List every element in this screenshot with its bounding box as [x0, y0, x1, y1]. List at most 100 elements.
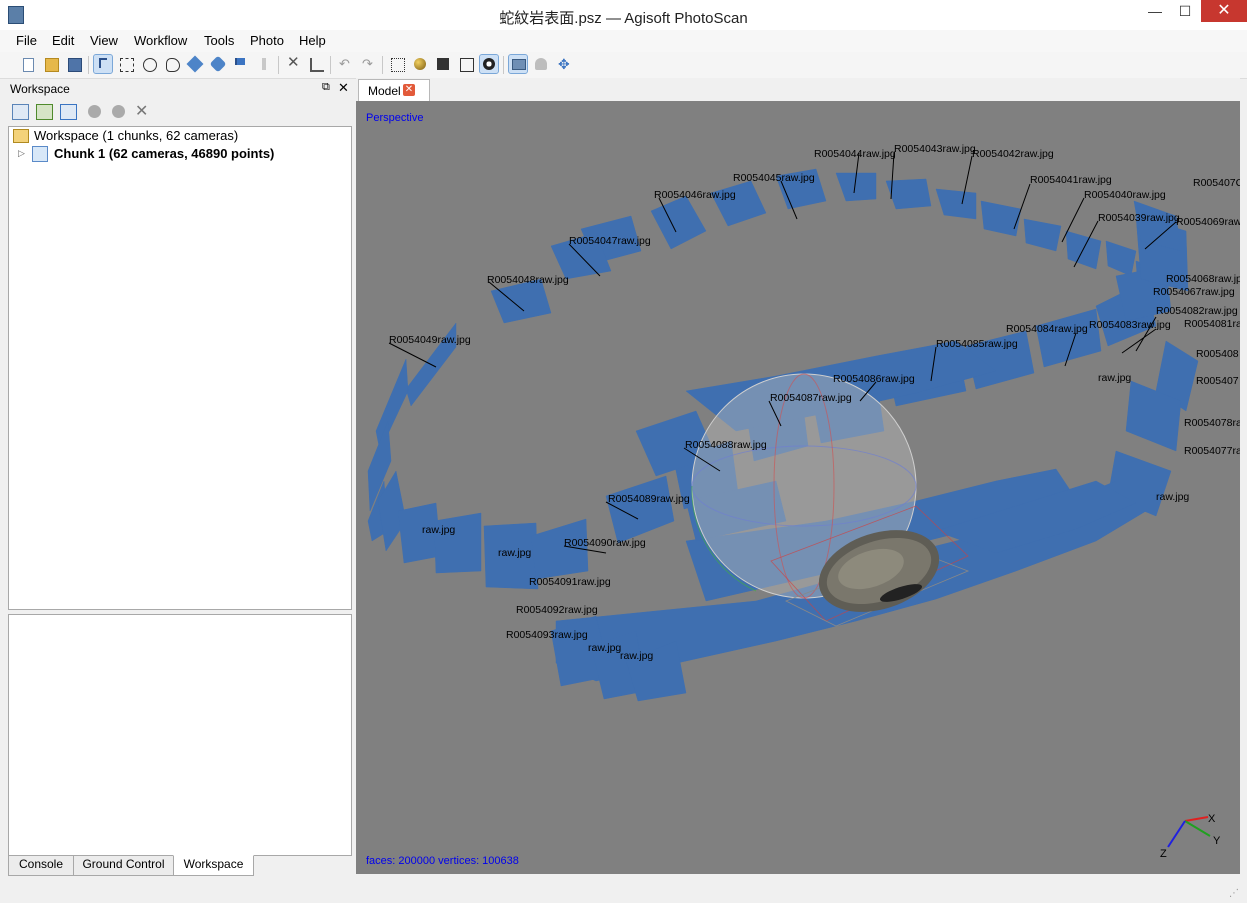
axis-y-label: Y	[1213, 835, 1221, 847]
tab-close-icon[interactable]: ✕	[403, 84, 415, 96]
camera-label: R0054046raw.jpg	[654, 189, 736, 201]
show-region-icon[interactable]	[532, 55, 550, 73]
camera-label: R0054092raw.jpg	[516, 604, 598, 616]
remove-items-icon[interactable]: ✕	[135, 101, 148, 121]
camera-label: R0054084raw.jpg	[1006, 323, 1088, 335]
textured-model-icon[interactable]	[479, 54, 499, 74]
wireframe-model-icon[interactable]	[457, 55, 475, 73]
new-file-icon[interactable]	[19, 55, 37, 73]
tab-console[interactable]: Console	[8, 855, 74, 876]
tab-workspace[interactable]: Workspace	[173, 855, 254, 876]
model-viewport[interactable]: R0054044raw.jpg R0054043raw.jpg R0054042…	[356, 101, 1240, 874]
workspace-tree: Workspace (1 chunks, 62 cameras) ▷ Chunk…	[8, 126, 352, 610]
camera-label: R0054088raw.jpg	[685, 439, 767, 451]
undo-icon[interactable]: ↶	[336, 55, 354, 73]
menu-help[interactable]: Help	[299, 33, 326, 48]
save-icon[interactable]	[65, 55, 83, 73]
flag-marker-icon[interactable]	[232, 55, 250, 73]
camera-frame[interactable]	[1065, 230, 1102, 270]
open-folder-icon[interactable]	[42, 55, 60, 73]
camera-label: raw.jpg	[1156, 491, 1189, 503]
shaded-model-icon[interactable]	[411, 55, 429, 73]
workspace-panel-title: Workspace	[10, 82, 70, 96]
disable-cameras-icon[interactable]	[112, 105, 125, 118]
camera-label: R0054043raw.jpg	[894, 143, 976, 155]
camera-label: R0054069raw.jpg	[1176, 216, 1240, 228]
camera-frame[interactable]	[433, 512, 482, 574]
circle-selection-icon[interactable]	[140, 55, 158, 73]
camera-frame[interactable]	[1023, 218, 1062, 252]
camera-label: R005408	[1196, 348, 1239, 360]
solid-model-icon[interactable]	[434, 55, 452, 73]
menu-tools[interactable]: Tools	[204, 33, 234, 48]
tab-ground-control[interactable]: Ground Control	[73, 855, 174, 876]
camera-frame[interactable]	[935, 188, 977, 220]
navigation-pointer-icon[interactable]	[93, 54, 113, 74]
scene-canvas: R0054044raw.jpg R0054043raw.jpg R0054042…	[366, 112, 1240, 867]
reset-view-icon[interactable]: ✥	[555, 55, 573, 73]
workspace-root-icon	[13, 129, 29, 143]
camera-label: R0054086raw.jpg	[833, 373, 915, 385]
menu-edit[interactable]: Edit	[52, 33, 74, 48]
camera-label: R0054089raw.jpg	[608, 493, 690, 505]
workspace-properties-pane	[8, 614, 352, 856]
show-cameras-icon[interactable]	[508, 54, 528, 74]
add-photos-icon[interactable]	[36, 104, 53, 120]
menu-file[interactable]: File	[16, 33, 37, 48]
view-mode-label: Perspective	[366, 112, 423, 124]
point-cloud-icon[interactable]	[388, 55, 406, 73]
camera-label: R0054041raw.jpg	[1030, 174, 1112, 186]
menu-view[interactable]: View	[90, 33, 118, 48]
camera-frame[interactable]	[1035, 308, 1102, 368]
camera-label: R0054044raw.jpg	[814, 148, 896, 160]
crop-selection-icon[interactable]	[307, 55, 325, 73]
redo-icon[interactable]: ↷	[359, 55, 377, 73]
axis-z-label: Z	[1160, 848, 1167, 860]
camera-frame[interactable]	[885, 178, 932, 210]
model-stats-label: faces: 200000 vertices: 100638	[366, 855, 519, 867]
title-bar: 蛇紋岩表面.psz — Agisoft PhotoScan — ☐ ✕	[0, 0, 1247, 30]
expand-chunk-icon[interactable]: ▷	[18, 148, 25, 159]
undock-icon[interactable]: ⧉	[322, 81, 330, 94]
delete-selection-icon[interactable]: ✕	[284, 55, 302, 73]
camera-label: R0054082raw.jpg	[1156, 305, 1238, 317]
workspace-panel-header: Workspace ⧉ ✕	[8, 80, 352, 98]
camera-frame[interactable]	[980, 200, 1022, 237]
camera-label: R0054040raw.jpg	[1084, 189, 1166, 201]
resize-grip-icon[interactable]: ⋰	[1229, 888, 1239, 899]
camera-frame[interactable]	[650, 195, 707, 250]
camera-label: R0054093raw.jpg	[506, 629, 588, 641]
camera-frame[interactable]	[605, 475, 675, 544]
camera-label: R005407C	[1193, 177, 1240, 189]
camera-frame[interactable]	[375, 358, 409, 452]
panel-close-icon[interactable]: ✕	[338, 80, 349, 96]
camera-label: R0054077raw	[1184, 445, 1240, 457]
menu-workflow[interactable]: Workflow	[134, 33, 187, 48]
camera-label: R0054083raw.jpg	[1089, 319, 1171, 331]
chunk-icon	[32, 146, 48, 162]
move-region-icon[interactable]	[186, 55, 204, 73]
free-form-selection-icon[interactable]	[163, 55, 181, 73]
rectangle-selection-icon[interactable]	[117, 55, 135, 73]
camera-label: R0054081raw	[1184, 318, 1240, 330]
add-chunk-icon[interactable]	[12, 104, 29, 120]
maximize-button[interactable]: ☐	[1170, 0, 1200, 22]
camera-label: R0054078raw	[1184, 417, 1240, 429]
model-tab-strip	[356, 78, 1240, 101]
minimize-button[interactable]: —	[1140, 0, 1170, 22]
close-button[interactable]: ✕	[1201, 0, 1247, 22]
camera-frame[interactable]	[710, 180, 767, 227]
camera-frame[interactable]	[1105, 240, 1137, 277]
camera-label: R005407	[1196, 375, 1239, 387]
workspace-root-label[interactable]: Workspace (1 chunks, 62 cameras)	[34, 128, 238, 143]
menu-photo[interactable]: Photo	[250, 33, 284, 48]
tab-model-label: Model	[368, 84, 401, 98]
ruler-icon[interactable]	[255, 55, 273, 73]
tab-model[interactable]: Model ✕	[358, 79, 430, 102]
rotate-region-icon[interactable]	[209, 55, 227, 73]
camera-label: raw.jpg	[1098, 372, 1131, 384]
add-markers-icon[interactable]	[60, 104, 77, 120]
chunk-label[interactable]: Chunk 1 (62 cameras, 46890 points)	[54, 146, 274, 161]
camera-label: raw.jpg	[422, 524, 455, 536]
enable-cameras-icon[interactable]	[88, 105, 101, 118]
